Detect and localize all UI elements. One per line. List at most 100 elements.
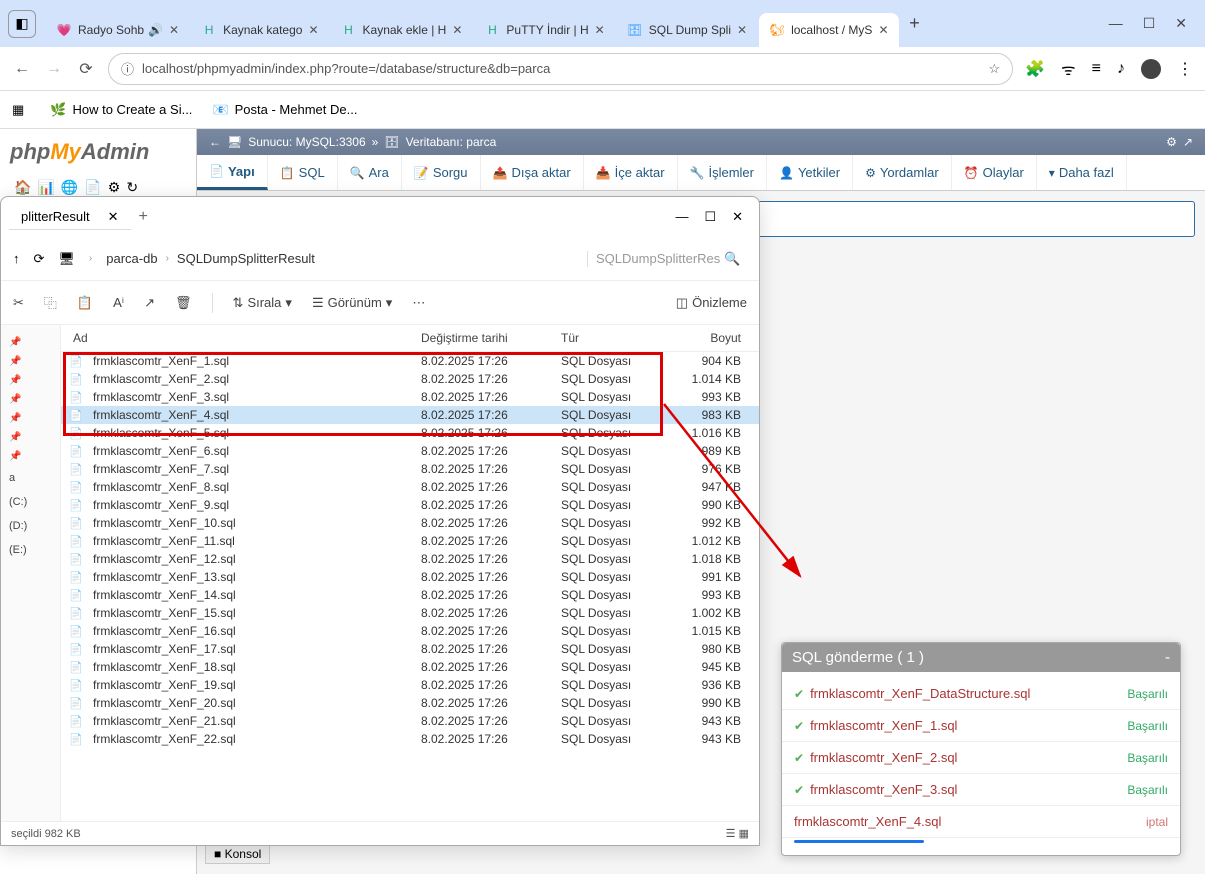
file-row[interactable]: 📄frmklascomtr_XenF_18.sql8.02.2025 17:26… xyxy=(61,658,759,676)
close-icon[interactable]: ✕ xyxy=(308,23,318,37)
file-row[interactable]: 📄frmklascomtr_XenF_19.sql8.02.2025 17:26… xyxy=(61,676,759,694)
pma-tab-sql[interactable]: 📋SQL xyxy=(268,155,338,190)
pma-tab-yapı[interactable]: 📄Yapı xyxy=(197,155,268,190)
site-info-icon[interactable]: ⓘ xyxy=(121,59,134,78)
browser-tab-5[interactable]: 🐿localhost / MyS✕ xyxy=(759,13,898,47)
cut-icon[interactable]: ✂ xyxy=(13,295,24,311)
explorer-refresh-icon[interactable]: ⟳ xyxy=(34,251,45,267)
file-row[interactable]: 📄frmklascomtr_XenF_10.sql8.02.2025 17:26… xyxy=(61,514,759,532)
bookmark-2[interactable]: 📧Posta - Mehmet De... xyxy=(212,102,357,118)
close-icon[interactable]: ✕ xyxy=(452,23,462,37)
paste-icon[interactable]: 📋 xyxy=(77,295,93,311)
file-row[interactable]: 📄frmklascomtr_XenF_20.sql8.02.2025 17:26… xyxy=(61,694,759,712)
sql-panel-minimize-icon[interactable]: - xyxy=(1165,649,1170,666)
col-header-date[interactable]: Değiştirme tarihi xyxy=(421,331,561,345)
delete-icon[interactable]: 🗑 xyxy=(175,295,192,311)
bookmark-0[interactable]: ▦ xyxy=(12,102,30,118)
explorer-up-icon[interactable]: ↑ xyxy=(13,251,20,266)
new-tab-button[interactable]: + xyxy=(901,10,929,38)
file-list-header[interactable]: Ad Değiştirme tarihi Tür Boyut xyxy=(61,325,759,352)
explorer-maximize-icon[interactable]: ☐ xyxy=(704,209,716,225)
close-icon[interactable]: ✕ xyxy=(169,23,179,37)
sidebar-drive[interactable]: (E:) xyxy=(5,538,56,562)
file-row[interactable]: 📄frmklascomtr_XenF_13.sql8.02.2025 17:26… xyxy=(61,568,759,586)
extensions-icon[interactable]: 🧩 xyxy=(1025,59,1045,79)
file-row[interactable]: 📄frmklascomtr_XenF_5.sql8.02.2025 17:26S… xyxy=(61,424,759,442)
file-row[interactable]: 📄frmklascomtr_XenF_15.sql8.02.2025 17:26… xyxy=(61,604,759,622)
file-row[interactable]: 📄frmklascomtr_XenF_12.sql8.02.2025 17:26… xyxy=(61,550,759,568)
browser-tab-2[interactable]: HKaynak ekle | H✕ xyxy=(331,13,473,47)
copy-icon[interactable]: ⿻ xyxy=(44,293,57,312)
file-row[interactable]: 📄frmklascomtr_XenF_2.sql8.02.2025 17:26S… xyxy=(61,370,759,388)
sql-panel-header[interactable]: SQL gönderme ( 1 ) - xyxy=(782,643,1180,672)
more-icon[interactable]: ⋯ xyxy=(412,295,425,311)
file-row[interactable]: 📄frmklascomtr_XenF_8.sql8.02.2025 17:26S… xyxy=(61,478,759,496)
profile-avatar[interactable] xyxy=(1141,59,1161,79)
window-minimize-icon[interactable]: — xyxy=(1109,15,1123,32)
file-row[interactable]: 📄frmklascomtr_XenF_1.sql8.02.2025 17:26S… xyxy=(61,352,759,370)
media-control-icon[interactable]: ♪ xyxy=(1117,60,1125,78)
path-crumb-0[interactable]: parca-db xyxy=(106,251,157,266)
sort-button[interactable]: ⇅ Sırala ▾ xyxy=(233,295,292,311)
pma-tab-i̇çe aktar[interactable]: 📥İçe aktar xyxy=(584,155,678,190)
pma-tab-daha fazl[interactable]: ▾Daha fazl xyxy=(1037,155,1127,190)
view-details-icon[interactable]: ☰ xyxy=(726,828,736,840)
explorer-minimize-icon[interactable]: — xyxy=(675,209,688,225)
close-icon[interactable]: ✕ xyxy=(878,23,888,37)
view-tiles-icon[interactable]: ▦ xyxy=(739,828,749,840)
file-row[interactable]: 📄frmklascomtr_XenF_7.sql8.02.2025 17:26S… xyxy=(61,460,759,478)
col-header-size[interactable]: Boyut xyxy=(681,331,751,345)
file-row[interactable]: 📄frmklascomtr_XenF_14.sql8.02.2025 17:26… xyxy=(61,586,759,604)
explorer-sidebar[interactable]: 📌📌📌📌📌📌📌 a(C:)(D:)(E:) xyxy=(1,325,61,821)
bookmark-1[interactable]: 🌿How to Create a Si... xyxy=(50,102,192,118)
window-maximize-icon[interactable]: ☐ xyxy=(1143,15,1156,32)
view-button[interactable]: ☰ Görünüm ▾ xyxy=(312,295,392,311)
nav-reload-icon[interactable]: ⟳ xyxy=(76,59,96,79)
window-close-icon[interactable]: ✕ xyxy=(1175,15,1187,32)
pma-tab-sorgu[interactable]: 📝Sorgu xyxy=(402,155,481,190)
pma-tab-yordamlar[interactable]: ⚙Yordamlar xyxy=(853,155,952,190)
explorer-tab[interactable]: plitterResult ✕ xyxy=(9,205,131,230)
pma-tab-i̇şlemler[interactable]: 🔧İşlemler xyxy=(678,155,767,190)
close-icon[interactable]: ✕ xyxy=(737,23,747,37)
file-row[interactable]: 📄frmklascomtr_XenF_17.sql8.02.2025 17:26… xyxy=(61,640,759,658)
nav-toggle-icon[interactable]: ← xyxy=(209,135,221,149)
sidebar-drive[interactable]: (D:) xyxy=(5,514,56,538)
rename-icon[interactable]: Aⁱ xyxy=(113,295,124,311)
browser-tab-4[interactable]: 🗄SQL Dump Spli✕ xyxy=(617,13,757,47)
url-input[interactable]: ⓘ localhost/phpmyadmin/index.php?route=/… xyxy=(108,53,1013,85)
close-icon[interactable]: ✕ xyxy=(595,23,605,37)
nav-back-icon[interactable]: ← xyxy=(12,60,32,78)
file-row[interactable]: 📄frmklascomtr_XenF_22.sql8.02.2025 17:26… xyxy=(61,730,759,748)
nav-forward-icon[interactable]: → xyxy=(44,60,64,78)
col-header-name[interactable]: Ad xyxy=(69,331,421,345)
breadcrumb-db[interactable]: Veritabanı: parca xyxy=(406,135,497,149)
new-explorer-tab-icon[interactable]: + xyxy=(139,208,148,226)
file-row[interactable]: 📄frmklascomtr_XenF_4.sql8.02.2025 17:26S… xyxy=(61,406,759,424)
sidebar-drive[interactable]: a xyxy=(5,466,56,490)
konsol-button[interactable]: ■ Konsol xyxy=(205,844,270,864)
browser-tab-3[interactable]: HPuTTY İndir | H✕ xyxy=(474,13,614,47)
file-row[interactable]: 📄frmklascomtr_XenF_3.sql8.02.2025 17:26S… xyxy=(61,388,759,406)
page-nav-icon[interactable]: ↗ xyxy=(1183,135,1193,149)
settings-gear-icon[interactable]: ⚙ xyxy=(1166,135,1177,149)
close-tab-icon[interactable]: ✕ xyxy=(108,209,119,225)
pma-tab-ara[interactable]: 🔍Ara xyxy=(338,155,402,190)
col-header-type[interactable]: Tür xyxy=(561,331,681,345)
pma-tab-olaylar[interactable]: ⏰Olaylar xyxy=(952,155,1037,190)
star-bookmark-icon[interactable]: ☆ xyxy=(988,61,1000,77)
file-row[interactable]: 📄frmklascomtr_XenF_11.sql8.02.2025 17:26… xyxy=(61,532,759,550)
path-crumb-1[interactable]: SQLDumpSplitterResult xyxy=(177,251,315,266)
pma-tab-yetkiler[interactable]: 👤Yetkiler xyxy=(767,155,853,190)
preview-button[interactable]: ◫ Önizleme xyxy=(676,295,747,311)
window-menu-icon[interactable]: ◧ xyxy=(8,10,36,38)
reading-list-icon[interactable]: ≡ xyxy=(1092,60,1101,78)
breadcrumb-server[interactable]: Sunucu: MySQL:3306 xyxy=(248,135,365,149)
sidebar-drive[interactable]: (C:) xyxy=(5,490,56,514)
explorer-pc-icon[interactable]: 🖥 xyxy=(58,251,75,267)
share-icon[interactable]: ↗ xyxy=(144,295,155,311)
explorer-close-icon[interactable]: ✕ xyxy=(732,209,743,225)
file-row[interactable]: 📄frmklascomtr_XenF_9.sql8.02.2025 17:26S… xyxy=(61,496,759,514)
pma-tab-dışa aktar[interactable]: 📤Dışa aktar xyxy=(481,155,584,190)
file-row[interactable]: 📄frmklascomtr_XenF_6.sql8.02.2025 17:26S… xyxy=(61,442,759,460)
